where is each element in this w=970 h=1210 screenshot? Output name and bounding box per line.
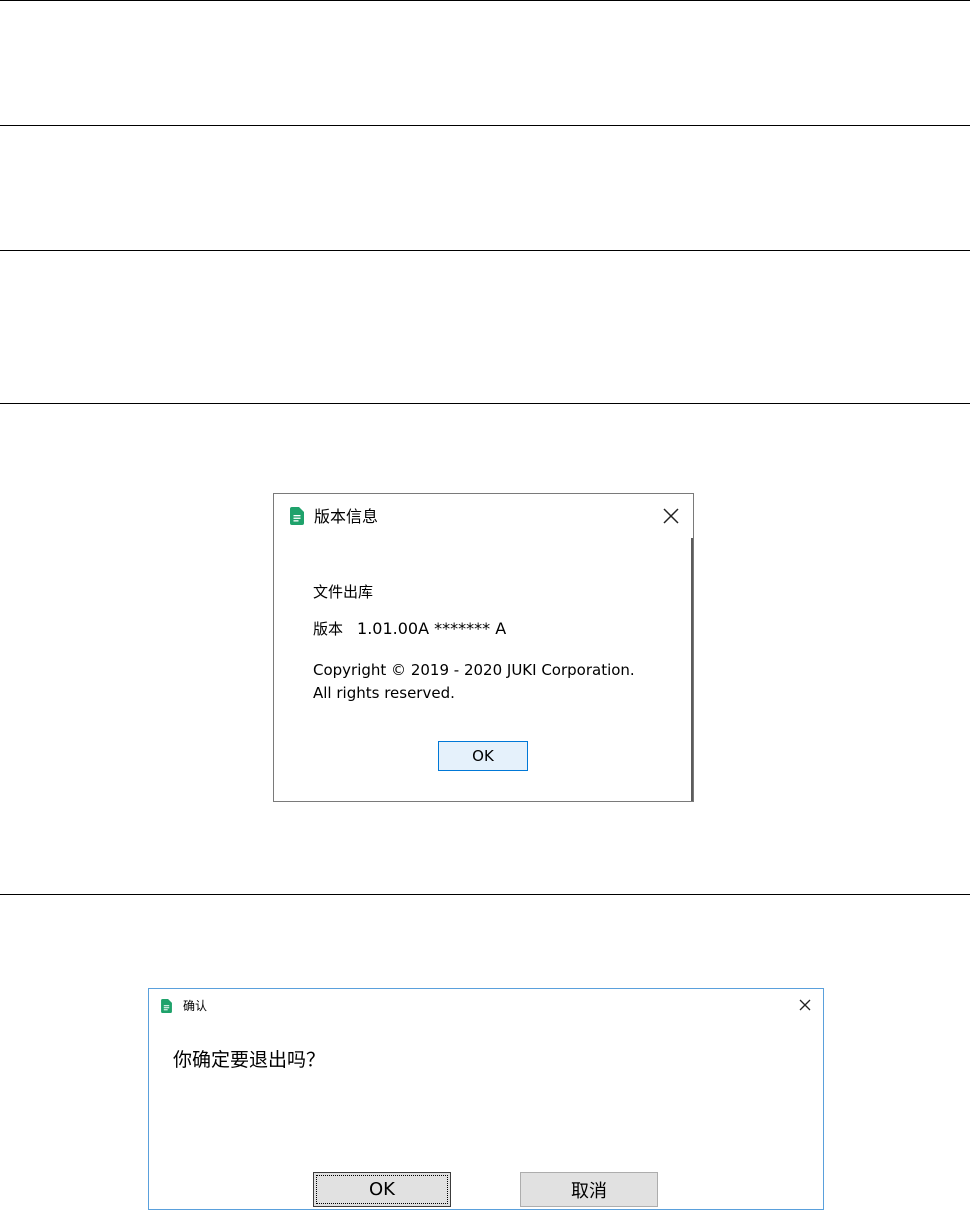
version-label: 版本 bbox=[313, 620, 344, 638]
product-name: 文件出库 bbox=[313, 583, 374, 601]
separator-line-5 bbox=[0, 894, 970, 895]
close-icon[interactable] bbox=[661, 506, 681, 526]
separator-line-4 bbox=[0, 403, 970, 404]
version-row: 版本 1.01.00A ******* A bbox=[313, 619, 507, 639]
dialog-title: 版本信息 bbox=[314, 507, 379, 526]
close-icon[interactable] bbox=[797, 997, 813, 1013]
separator-line-1 bbox=[0, 0, 970, 1]
version-value: 1.01.00A ******* A bbox=[357, 619, 507, 638]
document-icon bbox=[290, 507, 304, 529]
version-info-dialog: 版本信息 文件出库 版本 1.01.00A ******* A Copyright… bbox=[273, 493, 694, 802]
dialog-titlebar: 版本信息 bbox=[274, 494, 693, 538]
document-icon bbox=[161, 998, 172, 1017]
separator-line-2 bbox=[0, 125, 970, 126]
rights-text: All rights reserved. bbox=[313, 684, 455, 702]
ok-button[interactable]: OK bbox=[313, 1172, 451, 1207]
dialog-title: 确认 bbox=[183, 999, 208, 1013]
separator-line-3 bbox=[0, 250, 970, 251]
cancel-button[interactable]: 取消 bbox=[520, 1172, 658, 1207]
copyright-text: Copyright © 2019 - 2020 JUKI Corporation… bbox=[313, 661, 635, 679]
confirm-message: 你确定要退出吗？ bbox=[173, 1049, 326, 1071]
ok-button[interactable]: OK bbox=[438, 741, 528, 771]
confirm-exit-dialog: 确认 你确定要退出吗？ OK 取消 bbox=[148, 988, 824, 1210]
